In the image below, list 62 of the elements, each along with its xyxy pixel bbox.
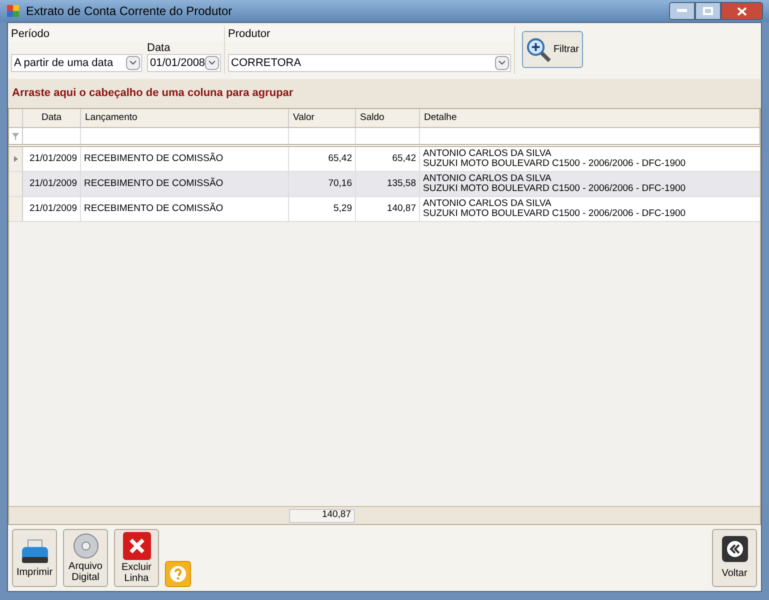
double-chevron-left-icon bbox=[722, 536, 748, 562]
zoom-in-icon bbox=[526, 36, 552, 62]
table-cell: 140,87 bbox=[356, 197, 420, 221]
group-hint: Arraste aqui o cabeçalho de uma coluna para agrupar bbox=[12, 86, 294, 102]
table-cell: 65,42 bbox=[289, 147, 356, 171]
table-row[interactable]: 21/01/2009 RECEBIMENTO DE COMISSÃO 65,42 65,42 ANTONIO CARLOS DA SILVA SUZUKI MOTO BOULEVARD C1500 - 2006/2006 - DFC-1900 bbox=[9, 147, 760, 172]
row-indicator[interactable] bbox=[9, 172, 23, 196]
table-cell: RECEBIMENTO DE COMISSÃO bbox=[81, 147, 289, 171]
table-cell: 65,42 bbox=[356, 147, 420, 171]
producer-label: Produtor bbox=[225, 26, 514, 42]
print-button[interactable]: Imprimir bbox=[12, 529, 57, 587]
back-button[interactable]: Voltar bbox=[712, 529, 757, 587]
table-cell: 135,58 bbox=[356, 172, 420, 196]
detail-line: SUZUKI MOTO BOULEVARD C1500 - 2006/2006 - DFC-1900 bbox=[423, 209, 687, 219]
detail-line: SUZUKI MOTO BOULEVARD C1500 - 2006/2006 - DFC-1900 bbox=[423, 159, 687, 169]
help-button[interactable] bbox=[165, 561, 191, 587]
total-cell: 140,87 bbox=[289, 508, 355, 522]
detail-line: ANTONIO CARLOS DA SILVA bbox=[423, 174, 552, 184]
dropdown-caret-icon[interactable] bbox=[126, 56, 140, 70]
producer-dropdown[interactable]: CORRETORA bbox=[228, 54, 511, 72]
minimize-icon bbox=[677, 9, 687, 13]
minimize-button[interactable] bbox=[669, 2, 695, 20]
disc-icon bbox=[72, 533, 98, 559]
maximize-icon bbox=[703, 7, 713, 15]
table-cell: 5,29 bbox=[289, 197, 356, 221]
window-title: Extrato de Conta Corrente do Produtor bbox=[26, 3, 232, 20]
detail-line: ANTONIO CARLOS DA SILVA bbox=[423, 199, 552, 209]
column-header[interactable]: Data bbox=[23, 109, 81, 127]
row-indicator[interactable] bbox=[9, 147, 23, 171]
filter-icon[interactable] bbox=[12, 132, 19, 140]
table-cell: 21/01/2009 bbox=[23, 197, 81, 221]
period-dropdown[interactable]: A partir de uma data bbox=[11, 54, 142, 72]
close-button[interactable] bbox=[721, 2, 763, 20]
close-icon bbox=[737, 6, 747, 16]
current-row-icon bbox=[14, 156, 18, 162]
column-header[interactable]: Detalhe bbox=[420, 109, 760, 127]
table-cell: RECEBIMENTO DE COMISSÃO bbox=[81, 172, 289, 196]
table-row[interactable]: 21/01/2009 RECEBIMENTO DE COMISSÃO 5,29 140,87 ANTONIO CARLOS DA SILVA SUZUKI MOTO BOULEVARD C1500 - 2006/2006 - DFC-1900 bbox=[9, 197, 760, 222]
delete-button[interactable]: Excluir Linha bbox=[114, 529, 159, 587]
question-icon bbox=[169, 565, 187, 583]
table-cell: RECEBIMENTO DE COMISSÃO bbox=[81, 197, 289, 221]
table-cell: 21/01/2009 bbox=[23, 147, 81, 171]
table-cell: 70,16 bbox=[289, 172, 356, 196]
detail-line: ANTONIO CARLOS DA SILVA bbox=[423, 149, 552, 159]
date-label: Data bbox=[147, 42, 172, 54]
dropdown-caret-icon[interactable] bbox=[495, 56, 509, 70]
detail-line: SUZUKI MOTO BOULEVARD C1500 - 2006/2006 - DFC-1900 bbox=[423, 184, 687, 194]
delete-icon bbox=[122, 532, 150, 560]
app-icon bbox=[6, 4, 20, 18]
row-indicator[interactable] bbox=[9, 197, 23, 221]
column-header[interactable]: Lançamento bbox=[81, 109, 289, 127]
dropdown-caret-icon[interactable] bbox=[205, 56, 219, 70]
disc-button[interactable]: Arquivo Digital bbox=[63, 529, 108, 587]
column-header[interactable]: Saldo bbox=[356, 109, 420, 127]
table-row[interactable]: 21/01/2009 RECEBIMENTO DE COMISSÃO 70,16 135,58 ANTONIO CARLOS DA SILVA SUZUKI MOTO BOULEVARD C1500 - 2006/2006 - DFC-1900 bbox=[9, 172, 760, 197]
maximize-button[interactable] bbox=[695, 2, 721, 20]
table-cell: 21/01/2009 bbox=[23, 172, 81, 196]
filter-button[interactable]: Filtrar bbox=[522, 31, 583, 68]
date-dropdown[interactable]: 01/01/2008 bbox=[147, 54, 221, 72]
printer-icon bbox=[20, 538, 48, 564]
period-label: Período bbox=[8, 26, 224, 42]
column-header[interactable]: Valor bbox=[289, 109, 356, 127]
